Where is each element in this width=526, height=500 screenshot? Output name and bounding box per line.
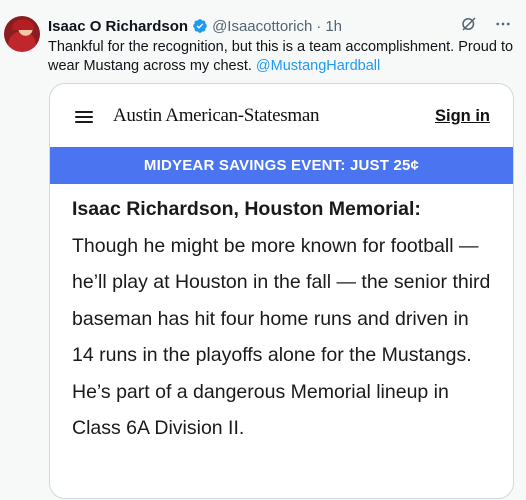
avatar-cap-shape: [12, 20, 34, 30]
tweet-timestamp[interactable]: 1h: [325, 18, 342, 35]
site-masthead: Austin American-Statesman: [113, 105, 320, 126]
article-body: Though he might be more known for footba…: [72, 234, 491, 440]
article-excerpt: Isaac Richardson, Houston Memorial: Thoug…: [72, 191, 492, 447]
tweet-header: Isaac O Richardson @Isaacottorich · 1h: [48, 15, 512, 37]
article-lead: Isaac Richardson, Houston Memorial:: [72, 198, 421, 220]
separator-dot: ·: [316, 17, 322, 35]
card-site-header: Austin American-Statesman Sign in: [50, 84, 513, 147]
promo-banner[interactable]: MIDYEAR SAVINGS EVENT: JUST 25¢: [50, 147, 513, 184]
more-icon[interactable]: [494, 15, 512, 37]
hamburger-menu-icon[interactable]: [75, 111, 93, 123]
verified-badge-icon: [192, 18, 208, 34]
tweet-actions-top: [460, 15, 512, 37]
grok-icon[interactable]: [460, 15, 478, 37]
author-name[interactable]: Isaac O Richardson: [48, 18, 188, 35]
mention-link[interactable]: @MustangHardball: [256, 58, 380, 74]
tweet-text: Thankful for the recognition, but this i…: [48, 38, 518, 76]
avatar[interactable]: [4, 16, 40, 52]
author-handle[interactable]: @Isaacottorich: [212, 18, 312, 35]
sign-in-link[interactable]: Sign in: [435, 107, 490, 126]
link-card[interactable]: Austin American-Statesman Sign in MIDYEA…: [49, 83, 514, 499]
